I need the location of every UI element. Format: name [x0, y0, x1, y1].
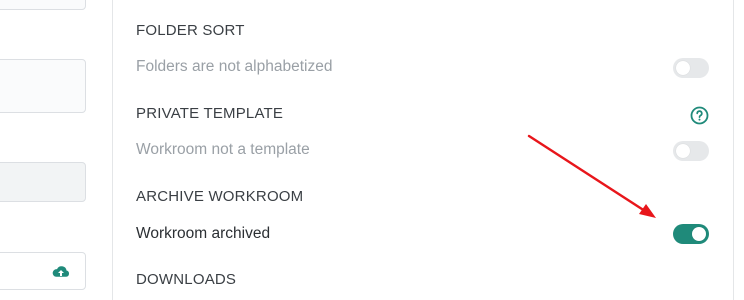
settings-list: FOLDER SORT Folders are not alphabetized… [113, 0, 744, 300]
settings-panel: FOLDER SORT Folders are not alphabetized… [0, 0, 744, 300]
cloud-upload-icon[interactable] [52, 265, 70, 279]
folder-sort-toggle[interactable] [673, 58, 709, 78]
private-template-toggle[interactable] [673, 141, 709, 161]
text-field[interactable] [0, 0, 86, 10]
panel-divider [733, 0, 734, 300]
toggle-knob [676, 144, 690, 158]
select-field[interactable] [0, 162, 86, 202]
archive-workroom-toggle[interactable] [673, 224, 709, 244]
toggle-knob [692, 227, 706, 241]
upload-field[interactable] [0, 252, 86, 290]
downloads-title: DOWNLOADS [136, 271, 237, 288]
help-circle-icon[interactable] [690, 106, 709, 125]
private-template-label: Workroom not a template [136, 141, 310, 158]
archive-workroom-label: Workroom archived [136, 225, 271, 242]
folder-sort-label: Folders are not alphabetized [136, 58, 333, 75]
private-template-title: PRIVATE TEMPLATE [136, 105, 284, 122]
left-form-column [0, 0, 113, 300]
text-area-field[interactable] [0, 59, 86, 113]
folder-sort-title: FOLDER SORT [136, 22, 245, 39]
archive-workroom-title: ARCHIVE WORKROOM [136, 188, 304, 205]
toggle-knob [676, 61, 690, 75]
